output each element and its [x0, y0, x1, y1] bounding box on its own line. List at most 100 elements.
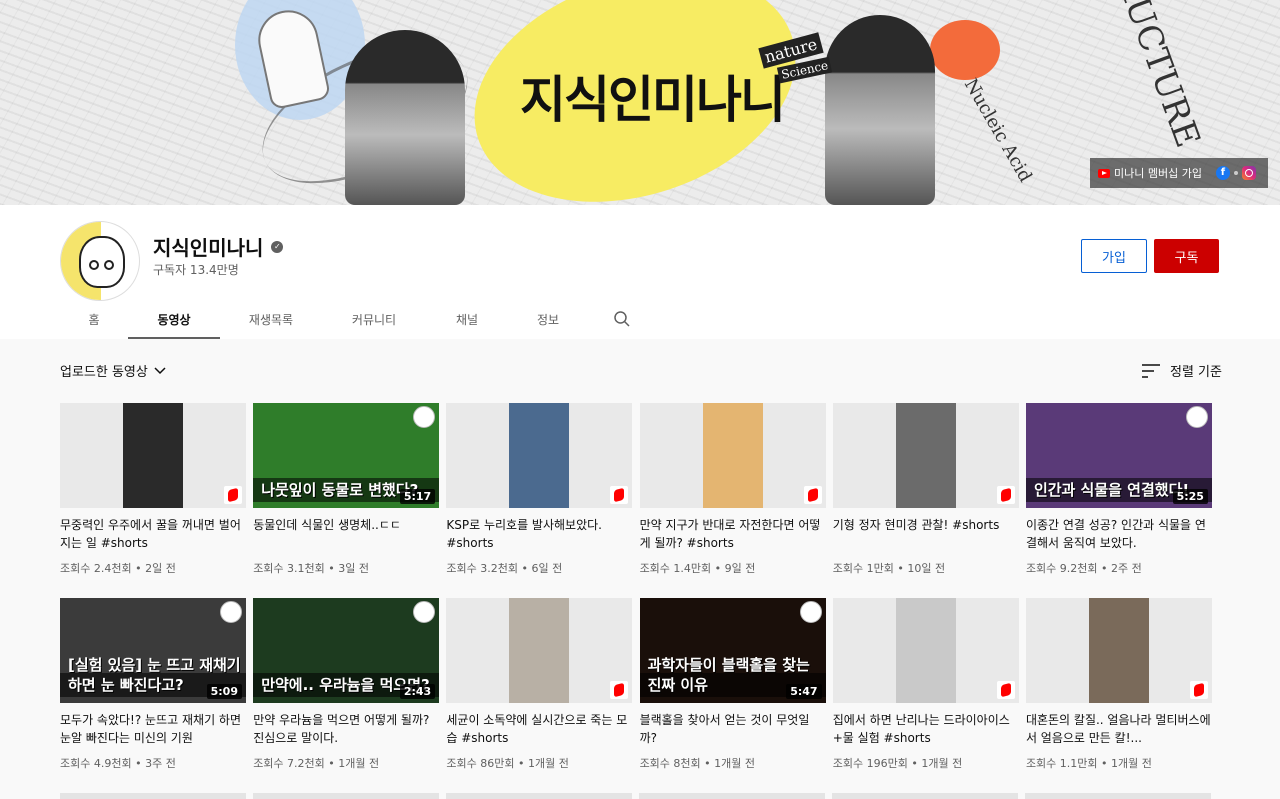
thumbnail-text: 인간과 식물을 연결했다!	[1033, 481, 1190, 499]
video-thumbnail[interactable]	[446, 403, 633, 508]
video-title[interactable]: 만약 우라늄을 먹으면 어떻게 될까? 진심으로 말이다.	[253, 711, 439, 747]
video-thumbnail[interactable]: 나뭇잎이 동물로 변했다? 5:17	[253, 403, 440, 508]
upload-age: 9일 전	[724, 562, 756, 575]
tab-home[interactable]: 홈	[60, 299, 128, 339]
video-card[interactable]: 만약에.. 우라늄을 먹으면? 2:43 만약 우라늄을 먹으면 어떻게 될까? 진…	[253, 598, 440, 793]
video-card[interactable]: 만약 지구가 반대로 자전한다면 어떻게 될까? #shorts 조회수 1.4만…	[639, 403, 826, 598]
video-meta: 조회수 196만회 • 1개월 전	[833, 755, 1019, 771]
video-card[interactable]: 기형 정자 현미경 관찰! #shorts 조회수 1만회 • 10일 전	[832, 403, 1019, 598]
channel-logo-icon	[220, 601, 242, 623]
banner-orange-blob	[930, 20, 1000, 80]
upload-age: 3주 전	[145, 757, 176, 770]
video-thumbnail[interactable]	[832, 598, 1019, 703]
thumbnail-image	[895, 598, 956, 703]
channel-name: 지식인미나니	[153, 236, 264, 260]
tab-channels[interactable]: 채널	[426, 299, 508, 339]
instagram-icon[interactable]	[1241, 166, 1256, 180]
view-count: 조회수 7.2천회	[253, 757, 325, 770]
video-thumbnail[interactable]	[639, 403, 826, 508]
meta-separator: •	[1097, 562, 1112, 575]
video-meta: 조회수 1.4만회 • 9일 전	[640, 560, 826, 576]
subscribe-button[interactable]: 구독	[1154, 239, 1219, 273]
meta-separator: •	[517, 562, 532, 575]
video-card[interactable]: 대혼돈의 칼질.. 얼음나라 멀티버스에서 얼음으로 만든 칼!... 조회수 1…	[1025, 598, 1212, 793]
sort-icon	[1142, 363, 1160, 378]
video-title[interactable]: 무중력인 우주에서 꿀을 꺼내면 벌어지는 일 #shorts	[60, 516, 246, 552]
channel-avatar[interactable]	[60, 221, 140, 301]
next-row-thumbnail	[832, 793, 1018, 799]
sort-button[interactable]: 정렬 기준	[1142, 361, 1222, 380]
shorts-logo-shape	[1193, 682, 1204, 698]
thumbnail-image	[123, 403, 183, 508]
video-title[interactable]: 모두가 속았다!? 눈뜨고 재채기 하면 눈알 빠진다는 미신의 기원	[60, 711, 246, 747]
tab-videos[interactable]: 동영상	[128, 299, 220, 339]
channel-header: 지식인미나니 ✓ 구독자 13.4만명 가입 구독 홈 동영상 재생목록 커뮤니…	[0, 205, 1280, 339]
video-card[interactable]: 무중력인 우주에서 꿀을 꺼내면 벌어지는 일 #shorts 조회수 2.4천회…	[60, 403, 246, 598]
video-title[interactable]: 만약 지구가 반대로 자전한다면 어떻게 될까? #shorts	[640, 516, 826, 552]
join-button[interactable]: 가입	[1081, 239, 1147, 273]
video-meta: 조회수 1.1만회 • 1개월 전	[1026, 755, 1212, 771]
tab-playlists[interactable]: 재생목록	[220, 299, 322, 339]
video-card[interactable]: 과학자들이 블랙홀을 찾는 진짜 이유 5:47 블랙홀을 찾아서 얻는 것이 무엇…	[639, 598, 826, 793]
youtube-icon	[1098, 168, 1110, 178]
video-meta: 조회수 8천회 • 1개월 전	[640, 755, 826, 771]
video-thumbnail[interactable]: 과학자들이 블랙홀을 찾는 진짜 이유 5:47	[639, 598, 826, 703]
video-title[interactable]: 기형 정자 현미경 관찰! #shorts	[833, 516, 1019, 552]
video-meta: 조회수 2.4천회 • 2일 전	[60, 560, 246, 576]
meta-separator: •	[700, 757, 715, 770]
tab-about[interactable]: 정보	[508, 299, 588, 339]
thumbnail-image	[509, 598, 570, 703]
upload-age: 1개월 전	[338, 757, 380, 770]
channel-search-icon[interactable]	[588, 299, 656, 339]
video-thumbnail[interactable]	[446, 598, 633, 703]
shorts-icon	[803, 486, 822, 504]
video-meta: 조회수 9.2천회 • 2주 전	[1026, 560, 1212, 576]
view-count: 조회수 4.9천회	[60, 757, 132, 770]
video-thumbnail[interactable]	[60, 403, 246, 508]
chevron-down-icon	[154, 366, 166, 374]
video-card[interactable]: KSP로 누리호를 발사해보았다. #shorts 조회수 3.2천회 • 6일 …	[446, 403, 633, 598]
next-row-thumbnail	[253, 793, 439, 799]
meta-separator: •	[893, 562, 908, 575]
video-card[interactable]: [실험 있음] 눈 뜨고 재채기하면 눈 빠진다고? 5:09 모두가 속았다!? …	[60, 598, 246, 793]
video-thumbnail[interactable]: 인간과 식물을 연결했다! 5:25	[1025, 403, 1212, 508]
video-title[interactable]: 동물인데 식물인 생명체..ㄷㄷ	[253, 516, 439, 552]
video-title[interactable]: KSP로 누리호를 발사해보았다. #shorts	[446, 516, 632, 552]
video-meta: 조회수 3.1천회 • 3일 전	[253, 560, 439, 576]
sort-label: 정렬 기준	[1170, 365, 1222, 380]
shorts-icon	[1189, 681, 1208, 699]
video-thumbnail[interactable]: 만약에.. 우라늄을 먹으면? 2:43	[253, 598, 440, 703]
video-title[interactable]: 블랙홀을 찾아서 얻는 것이 무엇일까?	[640, 711, 826, 747]
channel-logo-icon	[799, 601, 822, 623]
facebook-icon[interactable]: f	[1215, 166, 1230, 180]
thumbnail-image	[509, 403, 570, 508]
view-count: 조회수 8천회	[639, 757, 701, 770]
channel-name-row: 지식인미나니 ✓	[153, 232, 284, 261]
next-row-thumbnail	[446, 793, 632, 799]
avatar-eye	[104, 260, 114, 270]
video-title[interactable]: 이종간 연결 성공? 인간과 식물을 연결해서 움직여 보았다.	[1026, 516, 1212, 552]
video-card[interactable]: 나뭇잎이 동물로 변했다? 5:17 동물인데 식물인 생명체..ㄷㄷ 조회수 3.1…	[253, 403, 440, 598]
video-card[interactable]: 인간과 식물을 연결했다! 5:25 이종간 연결 성공? 인간과 식물을 연결해서…	[1025, 403, 1212, 598]
video-title[interactable]: 대혼돈의 칼질.. 얼음나라 멀티버스에서 얼음으로 만든 칼!...	[1026, 711, 1212, 747]
video-title[interactable]: 세균이 소독약에 실시간으로 죽는 모습 #shorts	[446, 711, 632, 747]
upload-age: 10일 전	[907, 562, 946, 575]
video-card[interactable]: 집에서 하면 난리나는 드라이아이스+물 실험 #shorts 조회수 196만회…	[832, 598, 1019, 793]
host-photo-right	[825, 15, 935, 205]
banner-links[interactable]: 미나니 멤버십 가입 f	[1090, 158, 1268, 188]
meta-separator: •	[131, 562, 146, 575]
membership-link[interactable]: 미나니 멤버십 가입	[1114, 165, 1202, 181]
video-thumbnail[interactable]: [실험 있음] 눈 뜨고 재채기하면 눈 빠진다고? 5:09	[60, 598, 246, 703]
video-thumbnail[interactable]	[1025, 598, 1212, 703]
view-count: 조회수 3.1천회	[253, 562, 325, 575]
tab-community[interactable]: 커뮤니티	[322, 299, 426, 339]
avatar-eye	[89, 260, 99, 270]
video-card[interactable]: 세균이 소독약에 실시간으로 죽는 모습 #shorts 조회수 86만회 • 1…	[446, 598, 633, 793]
uploads-filter-dropdown[interactable]: 업로드한 동영상	[60, 361, 166, 380]
channel-logo-icon	[1185, 406, 1208, 428]
shorts-logo-shape	[614, 487, 625, 503]
verified-check-icon: ✓	[271, 240, 284, 253]
video-title[interactable]: 집에서 하면 난리나는 드라이아이스+물 실험 #shorts	[833, 711, 1019, 747]
next-row-thumbnail	[639, 793, 825, 799]
video-thumbnail[interactable]	[832, 403, 1019, 508]
